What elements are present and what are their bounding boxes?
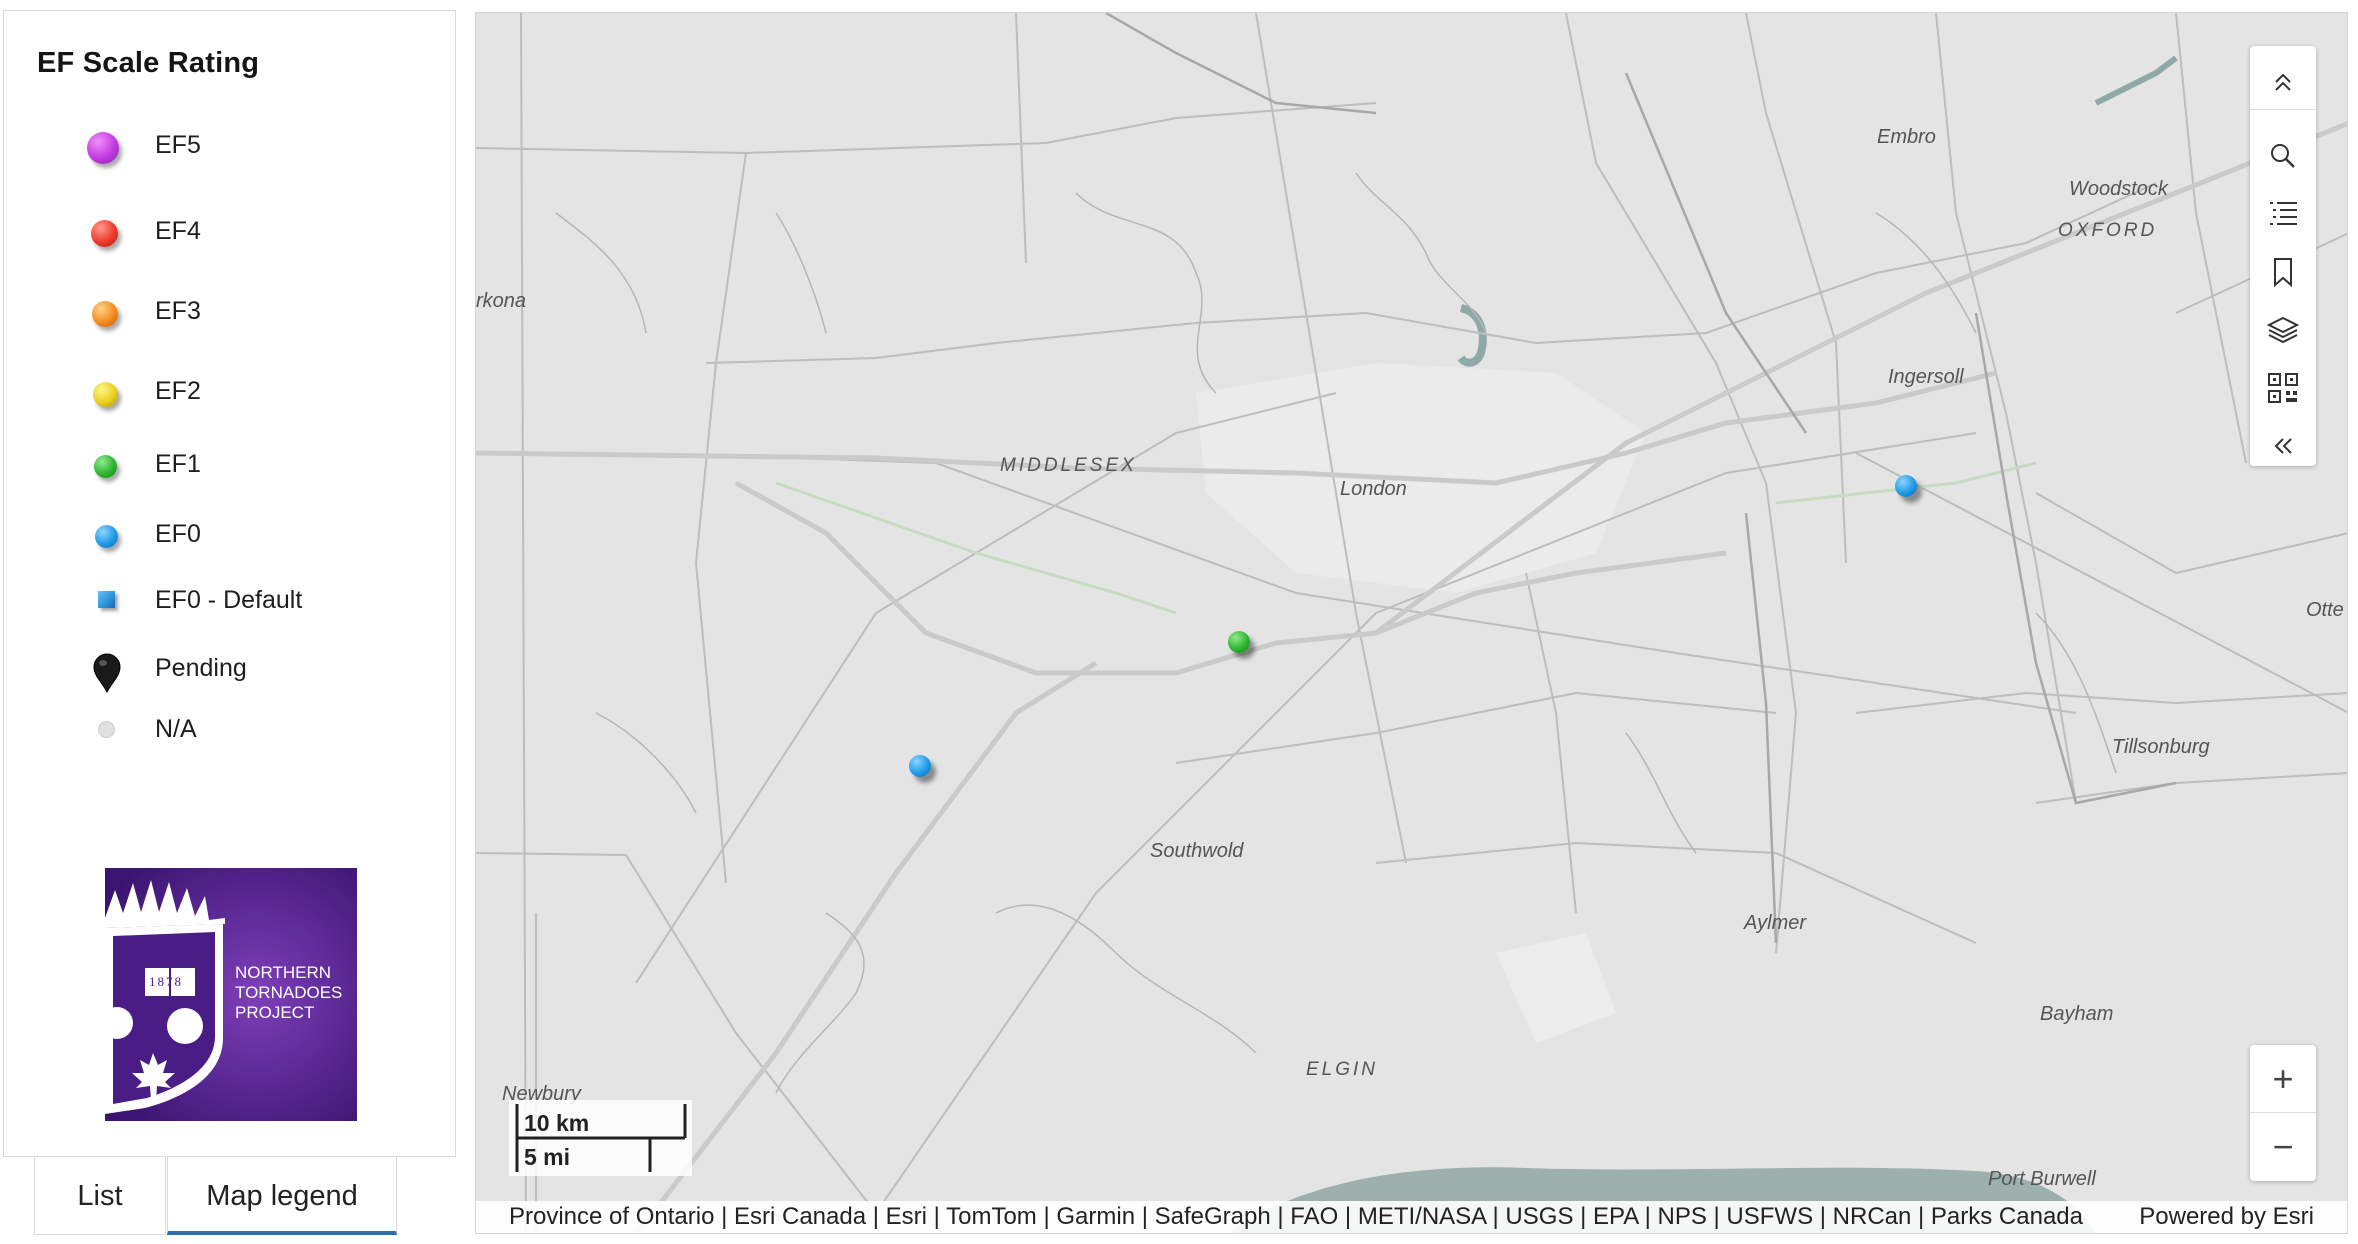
region-label-oxford: OXFORD bbox=[2058, 220, 2158, 241]
legend-item-ef3: EF3 bbox=[4, 281, 444, 341]
place-label-ingersoll: Ingersoll bbox=[1888, 366, 1964, 388]
basemap bbox=[476, 13, 2347, 1233]
zoom-controls: + − bbox=[2250, 1045, 2316, 1181]
place-label-aylmer: Aylmer bbox=[1744, 912, 1807, 934]
place-label-woodstock: Woodstock bbox=[2069, 178, 2168, 200]
qr-code-icon[interactable] bbox=[2250, 359, 2316, 417]
search-icon[interactable] bbox=[2250, 127, 2316, 185]
legend-item-ef0: EF0 bbox=[4, 504, 444, 564]
legend-item-ef1: EF1 bbox=[4, 434, 444, 494]
tab-list[interactable]: List bbox=[34, 1157, 166, 1235]
zoom-out-button[interactable]: − bbox=[2250, 1113, 2316, 1180]
legend-item-ef0-default: EF0 - Default bbox=[4, 570, 444, 630]
attribution-text[interactable]: Province of Ontario | Esri Canada | Esri… bbox=[509, 1201, 2083, 1233]
legend-item-na: N/A bbox=[4, 699, 444, 759]
legend-panel: EF Scale Rating EF5 EF4 EF3 EF2 EF1 EF0 … bbox=[3, 10, 456, 1157]
legend-label-ef2: EF2 bbox=[155, 377, 201, 405]
layer-list-icon[interactable] bbox=[2250, 185, 2316, 243]
bookmark-icon[interactable] bbox=[2250, 243, 2316, 301]
legend-label-na: N/A bbox=[155, 715, 197, 743]
legend-label-ef5: EF5 bbox=[155, 131, 201, 159]
attribution-bar: Province of Ontario | Esri Canada | Esri… bbox=[476, 1201, 2347, 1233]
place-label-arkona: rkona bbox=[476, 290, 527, 312]
place-label-otter: Otte bbox=[2306, 599, 2344, 621]
northern-tornadoes-project-logo: NORTHERN TORNADOES PROJECT 1878 bbox=[105, 868, 357, 1121]
legend-item-pending: Pending bbox=[4, 638, 444, 698]
place-label-tillsonburg: Tillsonburg bbox=[2112, 736, 2210, 758]
legend-label-ef1: EF1 bbox=[155, 450, 201, 478]
panel-tab-bar: List Map legend bbox=[0, 1157, 456, 1244]
scale-bar: 10 km 5 mi bbox=[509, 1100, 692, 1176]
map-widget-toolbar bbox=[2250, 46, 2316, 466]
map-view[interactable]: Embro Woodstock OXFORD rkona Ingersoll M… bbox=[475, 12, 2348, 1234]
ef0-marker-icon bbox=[95, 525, 118, 548]
ef5-marker-icon bbox=[87, 132, 119, 164]
legend-label-ef3: EF3 bbox=[155, 297, 201, 325]
region-label-elgin: ELGIN bbox=[1306, 1059, 1379, 1080]
tab-map-legend[interactable]: Map legend bbox=[167, 1157, 397, 1235]
scale-mi-label: 5 mi bbox=[524, 1144, 571, 1170]
place-label-southwold: Southwold bbox=[1150, 840, 1244, 862]
scale-km-label: 10 km bbox=[524, 1110, 590, 1136]
logo-line-3: PROJECT bbox=[235, 1003, 315, 1022]
ef2-marker-icon bbox=[93, 382, 118, 407]
legend-title: EF Scale Rating bbox=[37, 47, 260, 79]
collapse-up-icon[interactable] bbox=[2250, 54, 2316, 112]
logo-line-2: TORNADOES bbox=[235, 983, 343, 1002]
na-dot-icon bbox=[98, 721, 115, 738]
legend-item-ef4: EF4 bbox=[4, 201, 444, 261]
zoom-in-button[interactable]: + bbox=[2250, 1045, 2316, 1112]
legend-label-ef0-default: EF0 - Default bbox=[155, 586, 303, 614]
ef1-marker-icon bbox=[94, 455, 117, 478]
ef4-marker-icon bbox=[91, 220, 118, 247]
ef0-default-square-icon bbox=[98, 591, 115, 608]
place-label-london: London bbox=[1340, 478, 1407, 500]
tornado-marker-ef0[interactable] bbox=[1895, 475, 1917, 497]
pending-pin-icon bbox=[93, 653, 121, 694]
ef3-marker-icon bbox=[92, 301, 118, 327]
region-label-middlesex: MIDDLESEX bbox=[1000, 455, 1137, 476]
legend-label-ef4: EF4 bbox=[155, 217, 201, 245]
legend-item-ef2: EF2 bbox=[4, 361, 444, 421]
legend-label-ef0: EF0 bbox=[155, 520, 201, 548]
place-label-port-burwell: Port Burwell bbox=[1988, 1168, 2096, 1190]
powered-by-esri-link[interactable]: Powered by Esri bbox=[2139, 1201, 2314, 1233]
logo-text: NORTHERN TORNADOES PROJECT bbox=[235, 963, 342, 1023]
tornado-marker-ef0[interactable] bbox=[909, 755, 931, 777]
logo-year: 1878 bbox=[149, 974, 183, 989]
layers-icon[interactable] bbox=[2250, 301, 2316, 359]
legend-item-ef5: EF5 bbox=[4, 115, 444, 175]
tornado-marker-ef1[interactable] bbox=[1228, 631, 1250, 653]
legend-label-pending: Pending bbox=[155, 654, 247, 682]
place-label-bayham: Bayham bbox=[2040, 1003, 2114, 1025]
place-label-embro: Embro bbox=[1877, 126, 1936, 148]
collapse-left-icon[interactable] bbox=[2250, 417, 2316, 475]
logo-line-1: NORTHERN bbox=[235, 963, 332, 982]
